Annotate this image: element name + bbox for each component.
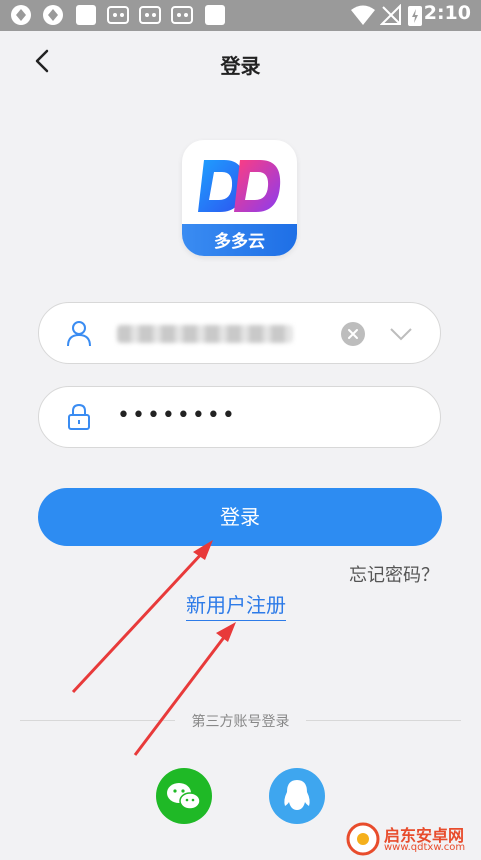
game-icon <box>107 6 129 24</box>
qq-icon <box>284 780 310 810</box>
watermark-url: www.qdtxw.com <box>384 842 466 853</box>
wifi-icon <box>351 5 375 25</box>
page-title: 登录 <box>220 54 261 78</box>
notification-icon <box>76 5 96 25</box>
logo-dd-mark <box>198 160 281 212</box>
status-bar: 2:10 <box>0 0 481 31</box>
status-time: 2:10 <box>423 2 471 24</box>
login-button[interactable]: 登录 <box>38 488 442 546</box>
game-icon <box>171 6 193 24</box>
logo-app-name: 多多云 <box>214 232 265 252</box>
arrowhead-register <box>216 622 236 642</box>
wechat-icon <box>167 783 201 810</box>
lock-icon <box>68 403 90 430</box>
forgot-password-link[interactable]: 忘记密码？ <box>349 561 439 587</box>
watermark: 启东安卓网 www.qdtxw.com <box>340 818 481 860</box>
app-notification-icon <box>43 5 63 25</box>
app-notification-icon <box>11 5 31 25</box>
username-value-obscured <box>117 325 293 343</box>
password-field[interactable]: •••••••• <box>38 386 441 448</box>
user-icon <box>67 321 91 347</box>
game-icon <box>139 6 161 24</box>
clear-input-button[interactable] <box>341 322 365 346</box>
no-signal-icon <box>380 4 401 25</box>
qq-login-button[interactable] <box>269 768 325 824</box>
notification-icon <box>205 5 225 25</box>
arrow-to-login <box>71 548 207 694</box>
app-logo: 多多云 <box>182 140 297 256</box>
battery-charging-icon <box>408 6 422 26</box>
register-link[interactable]: 新用户注册 <box>186 589 286 621</box>
close-icon <box>348 329 358 339</box>
third-party-label: 第三方账号登录 <box>0 711 481 731</box>
arrow-to-register <box>133 631 230 756</box>
wechat-login-button[interactable] <box>156 768 212 824</box>
chevron-down-icon[interactable] <box>387 323 415 345</box>
password-value: •••••••• <box>117 403 237 428</box>
watermark-logo-icon <box>346 822 380 856</box>
username-field[interactable] <box>38 302 441 364</box>
